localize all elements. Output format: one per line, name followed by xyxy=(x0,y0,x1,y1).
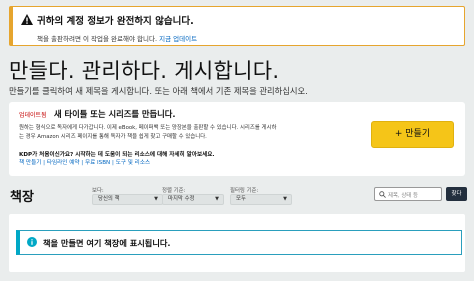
resource-links: 책 만들기 | 타임라인 예약 | 무료 ISBN | 도구 및 리소스 xyxy=(19,160,151,166)
alert-text: 책을 출판하려면 이 작업을 완료해야 합니다. 지금 업데이트 xyxy=(37,33,197,43)
create-button[interactable]: + 만들기 xyxy=(371,121,454,148)
filter-by-label: 필터링 기준: xyxy=(230,188,259,194)
chevron-down-icon: ▼ xyxy=(283,196,287,202)
card-description-line: 원하는 형식으로 독자에게 다가갑니다. 이제 eBook, 페이퍼백 또는 양… xyxy=(19,125,277,131)
link-free-isbn[interactable]: 무료 ISBN xyxy=(85,160,110,166)
view-filter-select[interactable]: 당신의 책 ▼ xyxy=(92,194,163,205)
link-create-book[interactable]: 책 만들기 xyxy=(19,160,41,166)
updated-badge: 업데이트됨 xyxy=(19,112,47,119)
chevron-down-icon: ▼ xyxy=(154,196,158,202)
link-schedule-timeline[interactable]: 타임라인 예약 xyxy=(47,160,80,166)
filter-by-value: 모두 xyxy=(236,196,246,202)
sort-filter-select[interactable]: 마지막 수정 ▼ xyxy=(162,194,224,205)
filter-by-select[interactable]: 모두 ▼ xyxy=(230,194,292,205)
info-icon xyxy=(27,237,37,247)
chevron-down-icon: ▼ xyxy=(215,196,219,202)
account-alert: 귀하의 계정 정보가 완전하지 않습니다. 책을 출판하려면 이 작업을 완료해… xyxy=(9,6,465,46)
card-question: KDP가 처음이신가요? 시작하는 데 도움이 되는 리소스에 대해 자세히 알… xyxy=(19,152,215,158)
alert-title: 귀하의 계정 정보가 완전하지 않습니다. xyxy=(37,16,194,27)
view-filter-value: 당신의 책 xyxy=(98,196,120,202)
search-input[interactable]: 제목, 상태 등 xyxy=(374,187,442,201)
update-now-link[interactable]: 지금 업데이트 xyxy=(159,35,197,43)
sort-filter-label: 정렬 기준: xyxy=(162,188,186,194)
card-description: 원하는 형식으로 독자에게 다가갑니다. 이제 eBook, 페이퍼백 또는 양… xyxy=(19,124,319,141)
info-text: 책을 만들면 여기 책장에 표시됩니다. xyxy=(43,238,171,248)
view-filter-label: 보다: xyxy=(92,188,104,194)
warning-icon xyxy=(21,14,33,25)
bookshelf-title: 책장 xyxy=(10,190,34,205)
empty-bookshelf-info: 책을 만들면 여기 책장에 표시됩니다. xyxy=(16,230,462,255)
page-title: 만들다. 관리하다. 게시합니다. xyxy=(9,59,280,83)
search-button[interactable]: 찾다 xyxy=(446,187,467,201)
alert-message: 책을 출판하려면 이 작업을 완료해야 합니다. xyxy=(37,35,158,43)
card-title: 새 타이틀 또는 시리즈를 만듭니다. xyxy=(54,109,176,119)
search-icon xyxy=(379,191,386,198)
page-subtitle: 만들기를 클릭하여 새 제목을 게시합니다. 또는 아래 책에서 기존 제목을 … xyxy=(9,86,308,96)
card-description-line: 는 경우 Amazon 시리즈 페이지를 통해 독자가 책을 쉽게 찾고 구매할… xyxy=(19,133,207,140)
sort-filter-value: 마지막 수정 xyxy=(168,196,195,202)
search-placeholder: 제목, 상태 등 xyxy=(388,193,418,199)
link-tools-resources[interactable]: 도구 및 리소스 xyxy=(116,160,150,166)
